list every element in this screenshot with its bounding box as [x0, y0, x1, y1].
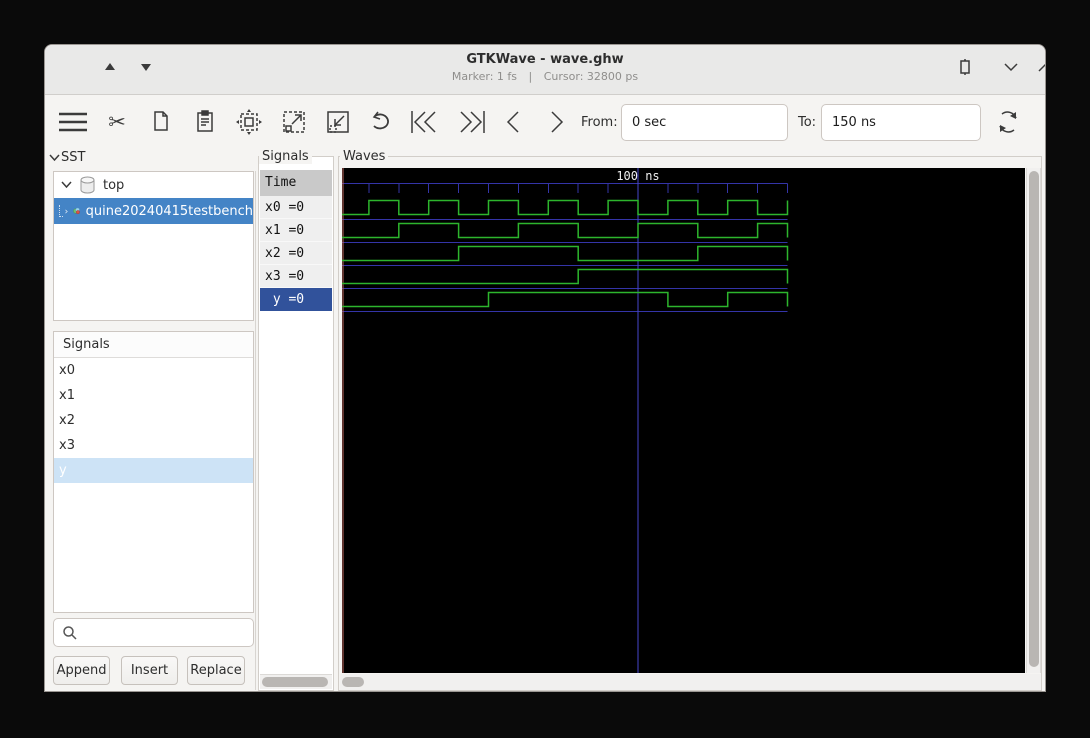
marker-status: Marker: 1 fs — [451, 70, 518, 83]
wave-trace-y — [342, 291, 789, 308]
signal-list-item-x0[interactable]: x0 — [54, 358, 253, 383]
tree-item-label: top — [103, 177, 125, 193]
signal-list-item-x1[interactable]: x1 — [54, 383, 253, 408]
cursor-status: Cursor: 32800 ps — [543, 70, 639, 83]
menu-button[interactable] — [57, 106, 89, 138]
search-icon — [63, 626, 77, 640]
zoom-in-icon — [283, 111, 305, 133]
search-input[interactable] — [82, 620, 250, 645]
values-frame: Time x0 =0 x1 =0 x2 =0 x3 =0 y =0 — [258, 156, 334, 691]
fullscreen-icon — [960, 59, 970, 75]
values-hscrollbar-thumb[interactable] — [262, 677, 328, 687]
waves-vscrollbar-thumb[interactable] — [1029, 171, 1039, 667]
cut-button[interactable]: ✂ — [103, 106, 131, 138]
chevron-left-icon — [506, 111, 519, 133]
pane-splitter-left[interactable] — [255, 171, 256, 690]
signal-list-item-x3[interactable]: x3 — [54, 433, 253, 458]
signal-list-panel: Signals x0 x1 x2 x3 y — [53, 331, 254, 613]
screen-background: GTKWave - wave.ghw Marker: 1 fs | Cursor… — [0, 0, 1090, 738]
zoom-fit-button[interactable] — [233, 106, 265, 138]
chevron-down-icon — [1004, 62, 1018, 71]
replace-button[interactable]: Replace — [187, 656, 245, 685]
window-subtitle: Marker: 1 fs | Cursor: 32800 ps — [45, 70, 1045, 83]
chevron-right-icon — [551, 111, 564, 133]
to-input[interactable] — [821, 104, 981, 141]
wave-trace-x2 — [342, 245, 789, 262]
zoom-out-icon — [327, 111, 349, 133]
zoom-in-button[interactable] — [279, 106, 309, 138]
values-row[interactable]: x3 =0 — [260, 265, 332, 288]
skip-to-start-button[interactable] — [409, 106, 443, 138]
minimize-button[interactable] — [998, 54, 1024, 80]
paste-button[interactable] — [191, 106, 219, 138]
titlebar[interactable]: GTKWave - wave.ghw Marker: 1 fs | Cursor… — [45, 45, 1045, 95]
from-input[interactable] — [621, 104, 788, 141]
values-row[interactable]: x2 =0 — [260, 242, 332, 265]
hamburger-menu-icon — [59, 112, 87, 132]
insert-button[interactable]: Insert — [121, 656, 178, 685]
zoom-out-button[interactable] — [323, 106, 353, 138]
wave-trace-x3 — [342, 268, 789, 285]
waves-hscrollbar[interactable] — [340, 674, 1041, 690]
double-chevron-left-bar-icon — [411, 111, 436, 133]
waves-hscrollbar-thumb[interactable] — [342, 677, 364, 687]
sst-pane: SST — [49, 150, 86, 165]
maximize-button[interactable] — [1032, 54, 1045, 80]
gtkwave-window: GTKWave - wave.ghw Marker: 1 fs | Cursor… — [44, 44, 1046, 692]
reload-button[interactable] — [993, 106, 1023, 138]
prev-edge-button[interactable] — [501, 106, 525, 138]
values-hscrollbar[interactable] — [260, 674, 332, 689]
reload-icon — [999, 111, 1017, 133]
values-list: x0 =0 x1 =0 x2 =0 x3 =0 y =0 — [260, 196, 332, 311]
database-icon — [80, 176, 95, 194]
zoom-fit-icon — [236, 109, 262, 135]
subtitle-separator: | — [528, 70, 533, 83]
scissors-icon: ✂ — [108, 110, 126, 134]
window-title: GTKWave - wave.ghw — [466, 52, 624, 67]
timeline-major-label: 100 ns — [616, 169, 659, 183]
next-edge-button[interactable] — [545, 106, 569, 138]
expander-right-icon[interactable] — [65, 206, 69, 217]
tree-item-testbench[interactable]: quine20240415testbench — [54, 198, 253, 224]
timeline-origin-label: 0 — [342, 169, 343, 183]
copy-button[interactable] — [147, 106, 175, 138]
sst-pane-label: SST — [61, 150, 86, 165]
undo-arrow-icon — [372, 111, 389, 130]
waves-frame-label: Waves — [340, 149, 389, 164]
values-row[interactable]: y =0 — [260, 288, 332, 311]
waves-frame: 0 100 ns — [338, 156, 1042, 691]
tree-item-label: quine20240415testbench — [85, 203, 253, 219]
signal-list-item-y[interactable]: y — [54, 458, 253, 483]
signal-list-item-x2[interactable]: x2 — [54, 408, 253, 433]
copy-icon — [154, 111, 168, 131]
double-chevron-right-bar-icon — [460, 111, 485, 133]
wave-trace-x0 — [342, 199, 789, 216]
wave-trace-x1 — [342, 222, 789, 239]
tree-guide — [59, 205, 64, 217]
undo-button[interactable] — [367, 106, 395, 138]
chevron-up-icon — [1038, 63, 1045, 72]
tree-item-top[interactable]: top — [54, 172, 253, 198]
search-box[interactable] — [53, 618, 254, 647]
skip-to-end-button[interactable] — [453, 106, 487, 138]
values-row[interactable]: x1 =0 — [260, 219, 332, 242]
signal-list: x0 x1 x2 x3 y — [54, 358, 253, 483]
waves-vscrollbar[interactable] — [1026, 168, 1041, 673]
signal-list-header: Signals — [54, 332, 253, 358]
time-header: Time — [260, 170, 332, 196]
clipboard-icon — [197, 110, 213, 132]
from-label: From: — [581, 115, 618, 130]
collapse-chevron-icon[interactable] — [49, 154, 60, 162]
append-button[interactable]: Append — [53, 656, 110, 685]
expander-down-icon[interactable] — [61, 181, 72, 189]
sst-tree[interactable]: top quine20240415testbench — [53, 171, 254, 321]
values-frame-label: Signals — [259, 149, 312, 164]
fullscreen-button[interactable] — [952, 54, 978, 80]
module-icon — [73, 207, 81, 215]
values-row[interactable]: x0 =0 — [260, 196, 332, 219]
waveform-canvas[interactable]: 0 100 ns — [342, 168, 1025, 673]
to-label: To: — [798, 115, 817, 130]
